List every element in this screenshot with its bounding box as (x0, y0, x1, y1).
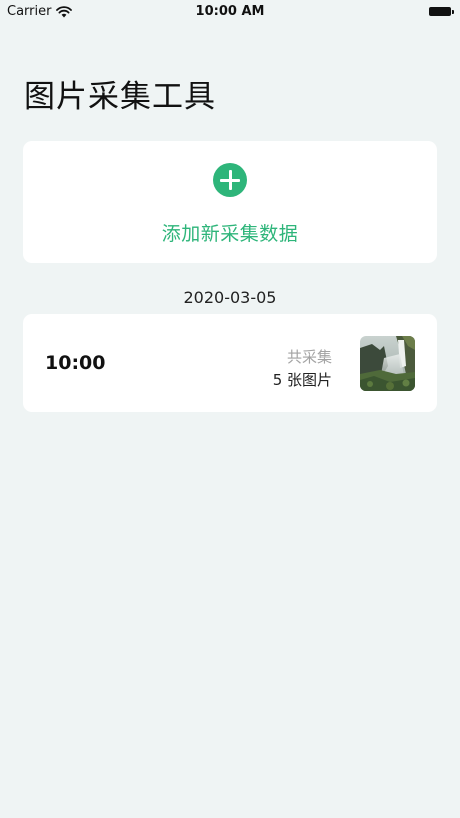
waterfall-photo (360, 336, 415, 391)
add-new-collection-label: 添加新采集数据 (161, 223, 299, 245)
collection-record-item[interactable]: 10:00 共采集 5 张图片 (23, 314, 437, 412)
record-summary: 共采集 5 张图片 (273, 347, 332, 390)
date-header: 2020-03-05 (183, 288, 277, 307)
record-photo-count: 5 张图片 (272, 371, 332, 389)
plus-circle-icon (213, 163, 247, 197)
record-thumbnail-image[interactable] (360, 336, 415, 391)
add-new-collection-button[interactable]: 添加新采集数据 (23, 141, 437, 263)
status-bar: Carrier 10:00 AM (0, 0, 460, 24)
battery-icon (429, 7, 454, 16)
record-time: 10:00 (45, 352, 106, 374)
page-title: 图片采集工具 (24, 79, 216, 115)
status-time: 10:00 AM (195, 4, 265, 19)
record-summary-label: 共采集 (286, 348, 332, 366)
